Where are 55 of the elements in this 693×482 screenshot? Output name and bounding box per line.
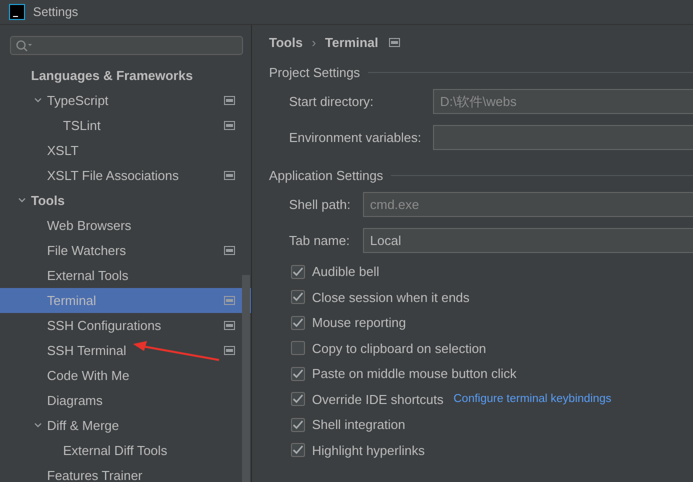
tree-item[interactable]: Web Browsers xyxy=(0,213,251,238)
app-logo-icon xyxy=(9,4,25,20)
tree-item[interactable]: File Watchers xyxy=(0,238,251,263)
text-field[interactable]: Local xyxy=(363,228,693,253)
checkbox[interactable] xyxy=(291,341,305,356)
checkbox[interactable] xyxy=(291,290,305,304)
checkbox-label[interactable]: Override IDE shortcuts xyxy=(312,392,444,407)
chevron-icon[interactable] xyxy=(33,420,43,430)
field-label: Shell path: xyxy=(289,197,351,212)
scrollbar[interactable] xyxy=(242,275,250,482)
checkbox-label[interactable]: Paste on middle mouse button click xyxy=(312,366,516,382)
checkbox[interactable] xyxy=(291,366,305,381)
search-icon xyxy=(16,40,32,52)
field-value: cmd.exe xyxy=(370,197,420,212)
configure-link[interactable]: Configure terminal keybindings xyxy=(454,393,612,406)
tree-item[interactable]: XSLT File Associations xyxy=(0,163,251,188)
tree-item[interactable]: Languages & Frameworks xyxy=(0,63,251,88)
section-title: Application Settings xyxy=(269,168,384,182)
text-field[interactable] xyxy=(433,125,693,150)
checkbox-label[interactable]: Copy to clipboard on selection xyxy=(312,340,486,356)
search-field[interactable] xyxy=(10,36,243,55)
checkbox[interactable] xyxy=(291,418,305,432)
tree-item[interactable]: TSLint xyxy=(0,113,251,138)
checkbox-label[interactable]: Audible bell xyxy=(312,264,380,280)
checkbox[interactable] xyxy=(291,443,305,458)
checkbox[interactable] xyxy=(291,316,305,330)
tree-item[interactable]: XSLT xyxy=(0,138,251,163)
checkbox[interactable] xyxy=(291,264,305,279)
checkbox-label[interactable]: Close session when it ends xyxy=(312,290,470,305)
tree-item[interactable]: Code With Me xyxy=(0,363,251,388)
breadcrumb-separator: › xyxy=(312,34,316,50)
chevron-icon[interactable] xyxy=(17,195,27,205)
breadcrumb-item[interactable]: Tools xyxy=(269,34,303,50)
tree-item[interactable]: External Diff Tools xyxy=(0,438,251,463)
chevron-icon[interactable] xyxy=(33,95,43,105)
window-title: Settings xyxy=(33,5,78,19)
section-title: Project Settings xyxy=(269,64,360,80)
tree-item[interactable]: SSH Terminal xyxy=(0,338,251,363)
checkbox-label[interactable]: Shell integration xyxy=(312,417,406,432)
tree-item[interactable]: Features Trainer xyxy=(0,463,251,482)
field-label: Tab name: xyxy=(289,233,351,248)
breadcrumb-item: Terminal xyxy=(325,34,378,50)
tree-item[interactable]: External Tools xyxy=(0,263,251,288)
tree-item[interactable]: TypeScript xyxy=(0,88,251,113)
checkbox[interactable] xyxy=(291,392,305,406)
field-value: D:\软件\webs xyxy=(440,92,517,110)
tree-item[interactable]: Diagrams xyxy=(0,388,251,413)
tree-item[interactable]: Diff & Merge xyxy=(0,413,251,438)
checkbox-label[interactable]: Highlight hyperlinks xyxy=(312,442,425,458)
tree-item[interactable]: SSH Configurations xyxy=(0,313,251,338)
tree-item[interactable]: Tools xyxy=(0,188,251,213)
field-label: Environment variables: xyxy=(289,130,421,145)
checkbox-label[interactable]: Mouse reporting xyxy=(312,315,406,330)
field-label: Start directory: xyxy=(289,94,375,109)
field-value: Local xyxy=(370,233,402,248)
